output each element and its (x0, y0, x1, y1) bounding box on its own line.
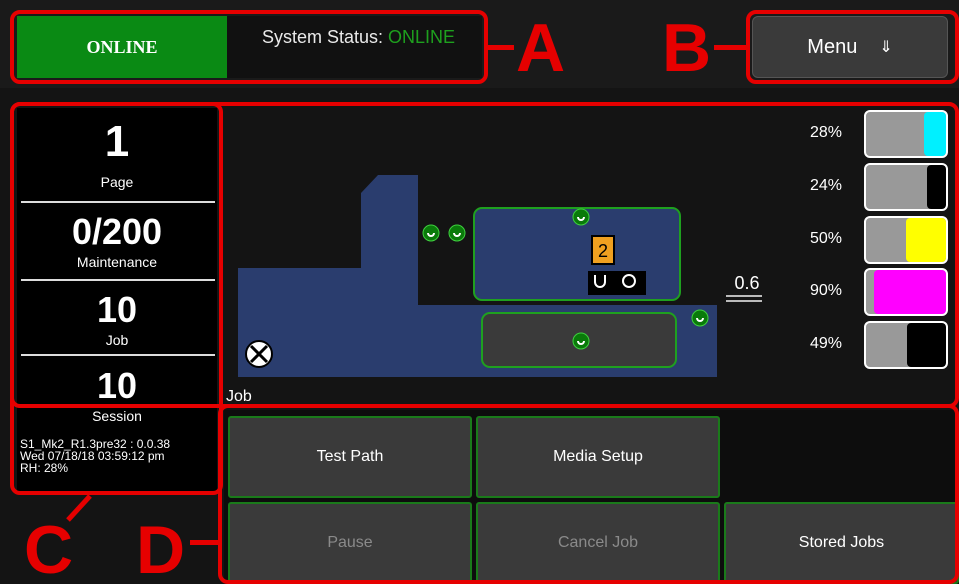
job-counter: 10 Job (17, 289, 217, 349)
version-info: S1_Mk2_R1.3pre32 : 0.0.38 Wed 07/18/18 0… (20, 437, 171, 475)
media-thickness-value: 0.6 (734, 273, 759, 293)
counters-panel: 1 Page 0/200 Maintenance 10 Job 10 Sessi… (17, 108, 217, 492)
callout-label-c: C (24, 512, 74, 588)
stored-jobs-button[interactable]: Stored Jobs (724, 502, 959, 584)
ink-percent: 24% (810, 177, 843, 194)
divider (21, 354, 215, 356)
system-status-text: System Status: ONLINE (262, 27, 455, 48)
menu-button[interactable]: Menu ⇓ (752, 16, 948, 78)
media-sensor-box (588, 271, 646, 295)
sensor-icon (691, 309, 709, 327)
tray-number: 2 (598, 241, 608, 261)
callout-line-d (190, 540, 218, 545)
ink-percent: 49% (810, 335, 843, 352)
online-status-badge: ONLINE (17, 16, 227, 78)
divider (21, 201, 215, 203)
ink-level-bar (864, 268, 948, 316)
callout-line-b (714, 45, 746, 50)
maintenance-count: 0/200 (71, 211, 163, 252)
ink-level-fill (874, 270, 946, 314)
ink-level-fill (926, 165, 946, 209)
page-count: 1 (104, 117, 130, 166)
ink-percent: 90% (810, 282, 843, 299)
job-label: Job (105, 332, 129, 348)
sensor-icon (572, 332, 590, 350)
media-setup-button[interactable]: Media Setup (476, 416, 720, 498)
ink-level-fill (923, 112, 946, 156)
ink-gauge: 24% (810, 163, 950, 213)
test-path-button[interactable]: Test Path (228, 416, 472, 498)
sensor-icon (422, 224, 440, 242)
menu-button-label: Menu (807, 35, 858, 58)
ink-percent: 28% (810, 124, 843, 141)
ink-level-bar (864, 321, 948, 369)
ink-level-fill (906, 218, 946, 262)
diagram-job-label: Job (226, 388, 252, 405)
callout-label-d: D (136, 512, 186, 588)
ink-gauge: 90% (810, 268, 950, 318)
x-circle-icon[interactable] (245, 340, 273, 368)
ink-level-bar (864, 110, 948, 158)
double-arrow-down-icon: ⇓ (879, 39, 893, 56)
ink-gauge: 28% (810, 110, 950, 160)
ink-gauge: 50% (810, 216, 950, 266)
maintenance-label: Maintenance (76, 254, 158, 270)
page-counter: 1 Page (17, 117, 217, 191)
callout-label-b: B (662, 10, 712, 86)
page-label: Page (100, 174, 134, 190)
session-count: 10 (96, 365, 138, 406)
cancel-job-button[interactable]: Cancel Job (476, 502, 720, 584)
ink-level-bar (864, 216, 948, 264)
callout-line-a (488, 45, 514, 50)
maintenance-counter: 0/200 Maintenance (17, 211, 217, 271)
divider (21, 279, 215, 281)
callout-label-a: A (516, 10, 566, 86)
system-status-prefix: System Status: (262, 27, 389, 47)
ink-gauge: 49% (810, 321, 950, 371)
session-counter: 10 Session (17, 365, 217, 425)
ink-percent: 50% (810, 230, 843, 247)
media-path-diagram: 2 0.6 (238, 175, 762, 377)
system-status-value: ONLINE (388, 27, 456, 47)
pause-button[interactable]: Pause (228, 502, 472, 584)
ink-level-bar (864, 163, 948, 211)
sensor-icon (572, 208, 590, 226)
sensor-icon (448, 224, 466, 242)
session-label: Session (92, 408, 142, 424)
job-count: 10 (96, 289, 138, 330)
ink-level-fill (906, 323, 946, 367)
